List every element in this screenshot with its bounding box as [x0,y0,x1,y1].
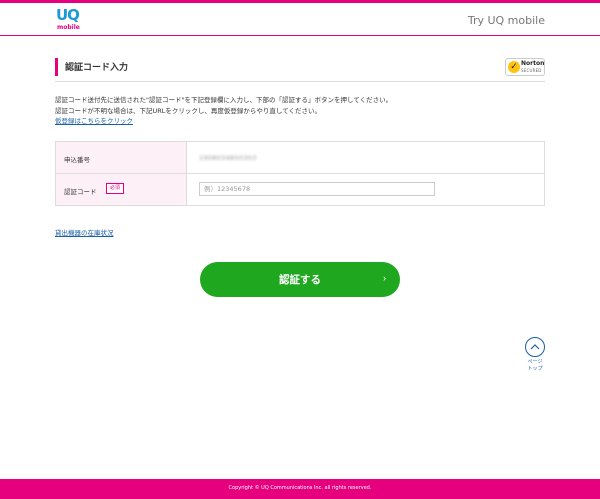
norton-secured-badge[interactable]: ✓ Norton SECURED [505,58,545,76]
verify-button-label: 認証する [279,274,321,286]
chevron-right-icon: › [383,273,386,283]
norton-check-icon: ✓ [508,61,520,73]
site-footer: Copyright © UQ Communications Inc. all r… [0,479,600,499]
instructions: 認証コード送付先に送信された"認証コード"を下記登録欄に入力し、下部の「認証する… [55,95,545,127]
page-title: 認証コード入力 [65,63,129,73]
verify-button[interactable]: 認証する › [200,262,400,297]
verification-code-label: 認証コード [64,188,97,196]
chevron-up-icon [525,337,545,357]
title-accent-mark [55,58,58,76]
site-header: UQ mobile Try UQ mobile [0,3,600,36]
pre-registration-link[interactable]: 仮登録はこちらをクリック [55,117,133,125]
application-number-row: 申込番号 1908034850303 [56,142,544,174]
uq-mobile-logo[interactable]: UQ mobile [55,7,83,35]
site-title: Try UQ mobile [467,14,545,27]
required-badge: 必須 [106,183,125,194]
instruction-line-2: 認証コードが不明な場合は、下記URLをクリックし、再度仮登録からやり直してくださ… [55,106,322,115]
instruction-line-1: 認証コード送付先に送信された"認証コード"を下記登録欄に入力し、下部の「認証する… [55,96,393,104]
application-number-value: 1908034850303 [199,154,257,162]
logo-uq-text: UQ [56,6,80,24]
verification-code-row: 認証コード 必須 [56,174,544,205]
verification-code-input[interactable] [199,182,435,196]
page-top-label-line-2: トップ [527,366,543,372]
norton-label: Norton [521,60,545,67]
logo-mobile-text: mobile [57,24,80,31]
page-top-label: ページ トップ [524,359,546,373]
verification-code-label-cell: 認証コード 必須 [56,174,187,205]
norton-sublabel: SECURED [521,68,542,73]
page-top-label-line-1: ページ [527,359,543,365]
verification-form: 申込番号 1908034850303 認証コード 必須 [55,141,545,206]
rental-stock-status-link[interactable]: 貸出機器の在庫状況 [55,227,114,237]
page-title-row: 認証コード入力 ✓ Norton SECURED [55,56,545,82]
application-number-label: 申込番号 [64,156,90,164]
application-number-label-cell: 申込番号 [56,142,187,173]
copyright-text: Copyright © UQ Communications Inc. all r… [228,485,372,491]
